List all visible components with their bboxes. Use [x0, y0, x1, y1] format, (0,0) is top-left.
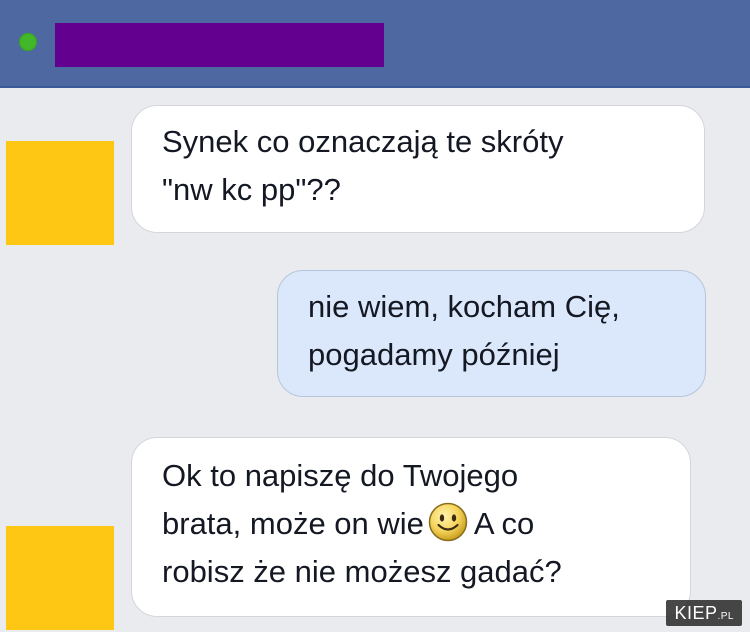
- online-status-icon: [19, 33, 37, 51]
- watermark-suffix: .PL: [717, 611, 734, 622]
- watermark-brand: KIEP: [674, 603, 718, 623]
- message-text-line: nie wiem, kocham Cię,: [308, 289, 620, 324]
- message-text-line: "nw kc pp"??: [162, 172, 341, 207]
- message-text-line: brata, może on wie A co: [162, 500, 660, 548]
- message-text-line: Synek co oznaczają te skróty: [162, 124, 564, 159]
- message-text-line: pogadamy później: [308, 337, 560, 372]
- message-text-line: robisz że nie możesz gadać?: [162, 554, 562, 589]
- message-bubble-incoming: Ok to napiszę do Twojego brata, może on …: [131, 437, 691, 617]
- message-bubble-incoming: Synek co oznaczają te skróty "nw kc pp"?…: [131, 105, 705, 233]
- sender-avatar[interactable]: [6, 141, 114, 245]
- smiley-emoji-icon: [428, 502, 468, 542]
- message-text-line: Ok to napiszę do Twojego: [162, 458, 519, 493]
- contact-name-redacted[interactable]: [55, 23, 384, 67]
- site-watermark: KIEP.PL: [666, 600, 742, 626]
- message-text-segment: brata, może on wie: [162, 506, 424, 541]
- sender-avatar[interactable]: [6, 526, 114, 630]
- message-text-segment: A co: [473, 506, 535, 541]
- message-bubble-outgoing: nie wiem, kocham Cię, pogadamy później: [277, 270, 706, 397]
- chat-header: [0, 0, 750, 88]
